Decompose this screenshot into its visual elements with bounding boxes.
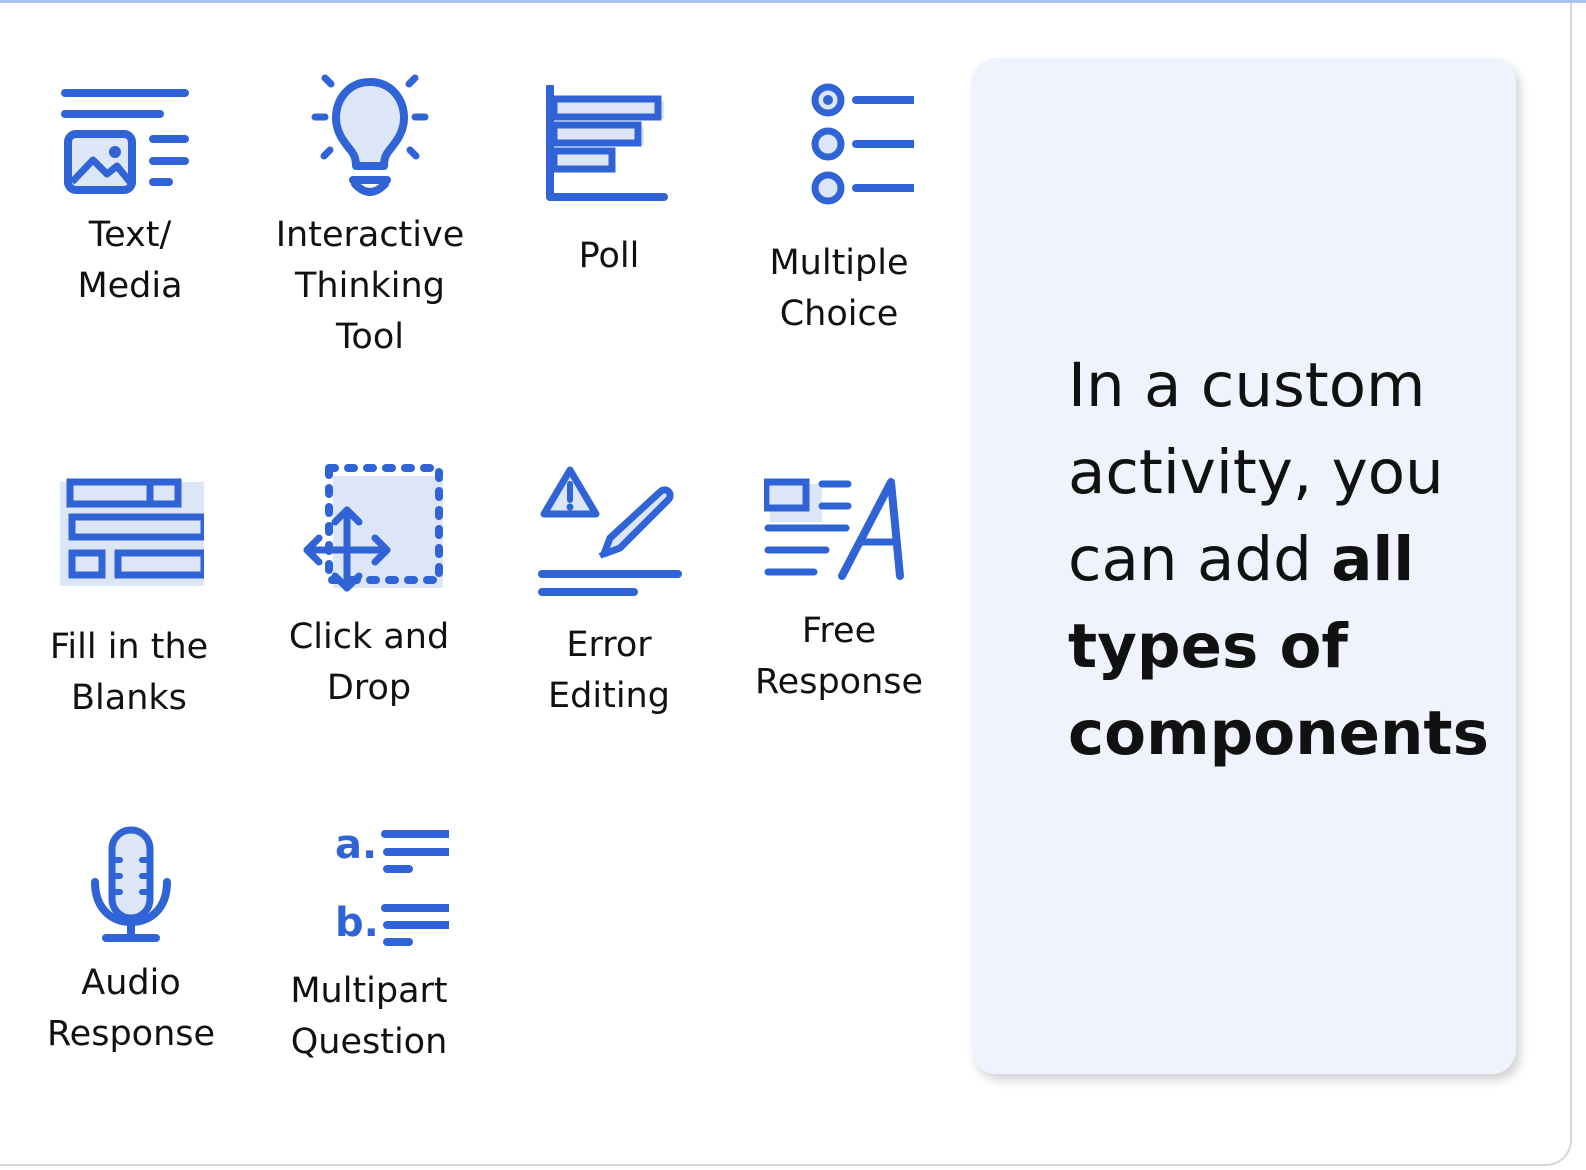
component-label: Poll (578, 236, 640, 276)
component-multiple-choice[interactable]: Multiple Choice (724, 80, 954, 340)
multipart-question-icon: a. b. (335, 826, 449, 946)
microphone-icon (91, 826, 171, 942)
multiple-choice-icon (811, 83, 914, 205)
error-editing-icon (538, 466, 682, 596)
callout-text: In a custom activity, you can add all ty… (1068, 342, 1508, 777)
component-label: Multipart Question (290, 971, 448, 1062)
svg-text:a.: a. (335, 826, 377, 868)
fill-in-blanks-icon (60, 478, 204, 586)
lightbulb-icon (311, 74, 429, 196)
component-label: Error Editing (548, 625, 670, 716)
component-label: Audio Response (46, 963, 216, 1054)
component-audio-response[interactable]: Audio Response (16, 824, 246, 1060)
component-label: Text/ Media (77, 215, 183, 306)
component-fill-in-the-blanks[interactable]: Fill in the Blanks (14, 474, 244, 724)
svg-text:b.: b. (335, 900, 379, 946)
component-poll[interactable]: Poll (494, 85, 724, 282)
component-label: Multiple Choice (769, 243, 909, 334)
component-label: Free Response (754, 611, 924, 702)
component-interactive-thinking-tool[interactable]: Interactive Thinking Tool (255, 70, 485, 363)
component-free-response[interactable]: Free Response (724, 476, 954, 708)
free-response-icon (764, 478, 904, 580)
component-error-editing[interactable]: Error Editing (494, 462, 724, 722)
component-label: Interactive Thinking Tool (275, 215, 465, 357)
component-label: Click and Drop (288, 617, 450, 708)
component-text-media[interactable]: Text/ Media (15, 78, 245, 312)
component-click-and-drop[interactable]: Click and Drop (254, 458, 484, 714)
component-multipart-question[interactable]: a. b. Multipart Question (254, 826, 484, 1068)
text-media-icon (61, 89, 189, 194)
callout-panel: In a custom activity, you can add all ty… (972, 58, 1516, 1074)
poll-icon (546, 85, 668, 201)
click-and-drop-icon (303, 464, 443, 592)
component-label: Fill in the Blanks (49, 627, 209, 718)
